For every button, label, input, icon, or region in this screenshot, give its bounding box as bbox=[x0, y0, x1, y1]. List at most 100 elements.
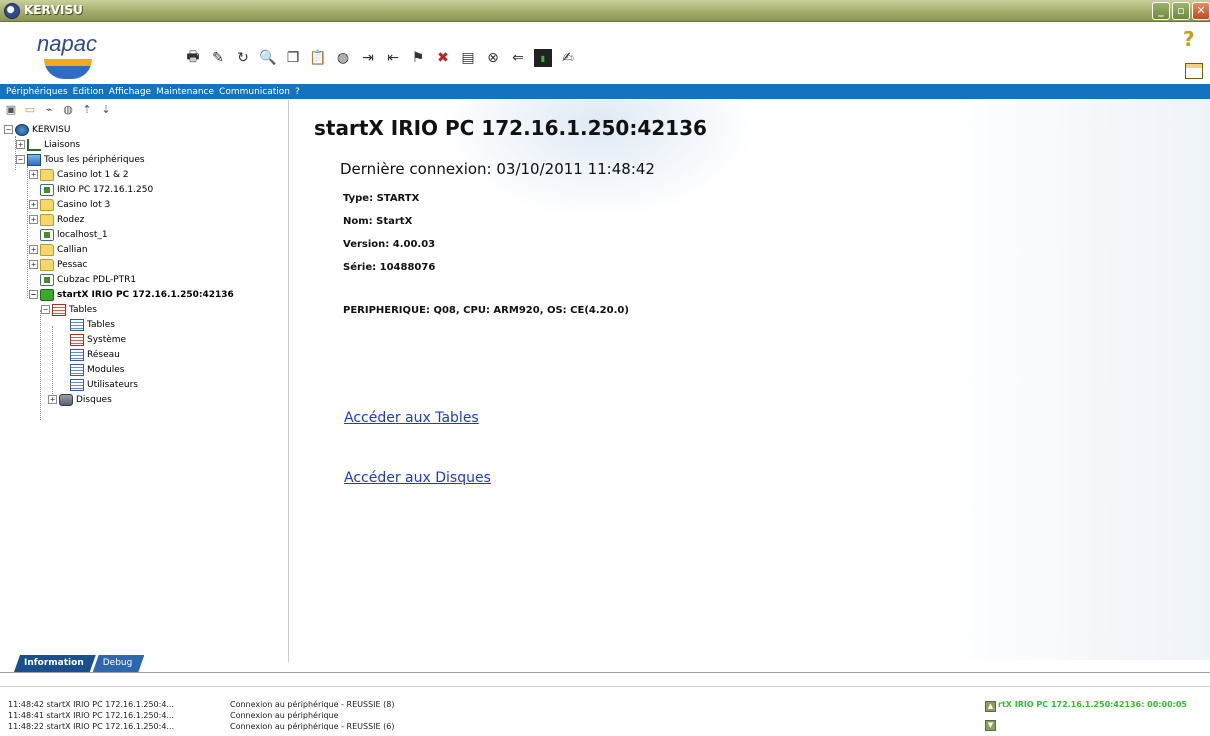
device-icon bbox=[40, 228, 54, 241]
link-node-icon bbox=[27, 138, 41, 151]
tree-node-tables-sub[interactable]: Tables bbox=[70, 317, 115, 332]
device-connected-icon bbox=[40, 288, 54, 301]
close-button[interactable]: ✕ bbox=[1192, 2, 1210, 20]
tabs-divider bbox=[0, 672, 1210, 673]
expand-icon[interactable]: + bbox=[29, 245, 38, 254]
folder-icon bbox=[40, 243, 54, 256]
expand-icon[interactable]: + bbox=[29, 170, 38, 179]
window-title: KERVISU bbox=[24, 3, 83, 17]
tab-debug[interactable]: Debug bbox=[93, 655, 145, 672]
panel-toggle-icon[interactable] bbox=[1185, 63, 1203, 79]
sort-down-icon[interactable]: ⇣ bbox=[99, 103, 113, 117]
tree-node-root[interactable]: − KERVISU bbox=[4, 122, 70, 137]
folder-icon bbox=[40, 213, 54, 226]
device-hardware: PERIPHERIQUE: Q08, CPU: ARM920, OS: CE(4… bbox=[343, 305, 629, 316]
expand-icon[interactable]: + bbox=[48, 395, 57, 404]
network-icon bbox=[15, 123, 29, 136]
tree-node-all-devices[interactable]: − Tous les périphériques bbox=[16, 152, 145, 167]
tree-node-casino12[interactable]: + Casino lot 1 & 2 bbox=[29, 167, 129, 182]
collapse-icon[interactable]: − bbox=[41, 305, 50, 314]
tree-node-pessac[interactable]: + Pessac bbox=[29, 257, 88, 272]
log-row[interactable]: 11:48:22 startX IRIO PC 172.16.1.250:4..… bbox=[8, 722, 394, 733]
log-row[interactable]: 11:48:41 startX IRIO PC 172.16.1.250:4..… bbox=[8, 711, 394, 722]
scroll-down-icon[interactable]: ▼ bbox=[985, 720, 996, 731]
log-divider bbox=[0, 686, 1210, 687]
collapse-icon[interactable]: − bbox=[29, 290, 38, 299]
menu-affichage[interactable]: Affichage bbox=[109, 87, 151, 97]
expand-icon[interactable]: + bbox=[29, 260, 38, 269]
terminal-icon[interactable]: ▮ bbox=[534, 49, 552, 67]
paste-icon[interactable]: 📋 bbox=[309, 49, 327, 67]
flag-icon[interactable]: ⚑ bbox=[409, 49, 427, 67]
table-icon bbox=[70, 333, 84, 346]
new-folder-icon[interactable]: ▭ bbox=[23, 103, 37, 117]
table-icon bbox=[70, 363, 84, 376]
globe-icon[interactable]: ◍ bbox=[334, 49, 352, 67]
device-name: Nom: StartX bbox=[343, 216, 413, 227]
tree-node-rodez[interactable]: + Rodez bbox=[29, 212, 84, 227]
tab-information[interactable]: Information bbox=[14, 655, 96, 672]
find-icon[interactable]: 🔍 bbox=[259, 49, 277, 67]
collapse-icon[interactable]: − bbox=[16, 155, 25, 164]
device-tree: − KERVISU + Liaisons − Tous les périphér… bbox=[0, 122, 288, 650]
menu-communication[interactable]: Communication bbox=[219, 87, 290, 97]
event-log: 11:48:42 startX IRIO PC 172.16.1.250:4..… bbox=[8, 700, 394, 733]
tree-node-casino3[interactable]: + Casino lot 3 bbox=[29, 197, 110, 212]
menu-peripheriques[interactable]: Périphériques bbox=[6, 87, 68, 97]
folder-icon bbox=[40, 168, 54, 181]
sort-up-icon[interactable]: ⇡ bbox=[80, 103, 94, 117]
scroll-up-icon[interactable]: ▲ bbox=[985, 701, 996, 712]
minimize-button[interactable]: _ bbox=[1152, 2, 1170, 20]
tree-node-localhost[interactable]: localhost_1 bbox=[40, 227, 108, 242]
tree-node-tables[interactable]: − Tables bbox=[41, 302, 97, 317]
table-icon bbox=[70, 378, 84, 391]
tree-toolbar: ▣ ▭ ⌁ ◍ ⇡ ⇣ bbox=[4, 103, 113, 117]
settings-icon[interactable]: ✍ bbox=[559, 49, 577, 67]
title-bar: KERVISU _ ▫ ✕ bbox=[0, 0, 1210, 22]
menu-maintenance[interactable]: Maintenance bbox=[156, 87, 214, 97]
refresh-icon[interactable]: ↻ bbox=[234, 49, 252, 67]
last-connection: Dernière connexion: 03/10/2011 11:48:42 bbox=[340, 160, 655, 178]
help-icon[interactable]: ? bbox=[1183, 27, 1195, 51]
new-device-icon[interactable]: ▣ bbox=[4, 103, 18, 117]
page-title: startX IRIO PC 172.16.1.250:42136 bbox=[314, 116, 707, 140]
tree-node-utilisateurs[interactable]: Utilisateurs bbox=[70, 377, 138, 392]
edit-icon[interactable]: ✎ bbox=[209, 49, 227, 67]
tree-node-cubzac[interactable]: Cubzac PDL-PTR1 bbox=[40, 272, 136, 287]
expand-icon[interactable]: + bbox=[29, 200, 38, 209]
access-tables-link[interactable]: Accéder aux Tables bbox=[344, 410, 479, 426]
copy-icon[interactable]: ❐ bbox=[284, 49, 302, 67]
link-icon[interactable]: ⌁ bbox=[42, 103, 56, 117]
access-disks-link[interactable]: Accéder aux Disques bbox=[344, 470, 491, 486]
print-icon[interactable]: 🖶 bbox=[184, 49, 202, 67]
device-type: Type: STARTX bbox=[343, 193, 420, 204]
folder-icon bbox=[40, 258, 54, 271]
back-icon[interactable]: ⇐ bbox=[509, 49, 527, 67]
device-serial: Série: 10488076 bbox=[343, 262, 436, 273]
connection-timer: rtX IRIO PC 172.16.1.250:42136: 00:00:05 bbox=[998, 700, 1187, 709]
tree-node-liaisons[interactable]: + Liaisons bbox=[16, 137, 80, 152]
stop-icon[interactable]: ⊗ bbox=[484, 49, 502, 67]
tree-node-modules[interactable]: Modules bbox=[70, 362, 124, 377]
tree-node-startx[interactable]: − startX IRIO PC 172.16.1.250:42136 bbox=[29, 287, 234, 302]
expand-icon[interactable]: + bbox=[16, 140, 25, 149]
export-icon[interactable]: ⇤ bbox=[384, 49, 402, 67]
cross-flag-icon[interactable]: ✖ bbox=[434, 49, 452, 67]
tree-node-disques[interactable]: + Disques bbox=[48, 392, 112, 407]
log-row[interactable]: 11:48:42 startX IRIO PC 172.16.1.250:4..… bbox=[8, 700, 394, 711]
tree-node-systeme[interactable]: Système bbox=[70, 332, 126, 347]
tree-node-reseau[interactable]: Réseau bbox=[70, 347, 120, 362]
expand-icon[interactable]: + bbox=[29, 215, 38, 224]
tree-node-callian[interactable]: + Callian bbox=[29, 242, 88, 257]
globe-small-icon[interactable]: ◍ bbox=[61, 103, 75, 117]
properties-icon[interactable]: ▤ bbox=[459, 49, 477, 67]
napac-logo: napac bbox=[32, 29, 102, 81]
maximize-button[interactable]: ▫ bbox=[1172, 2, 1190, 20]
menu-edition[interactable]: Edition bbox=[73, 87, 104, 97]
collapse-icon[interactable]: − bbox=[4, 125, 13, 134]
devices-group-icon bbox=[27, 153, 41, 166]
menu-help[interactable]: ? bbox=[295, 87, 300, 97]
tree-node-irio[interactable]: IRIO PC 172.16.1.250 bbox=[40, 182, 153, 197]
device-icon bbox=[40, 273, 54, 286]
import-icon[interactable]: ⇥ bbox=[359, 49, 377, 67]
